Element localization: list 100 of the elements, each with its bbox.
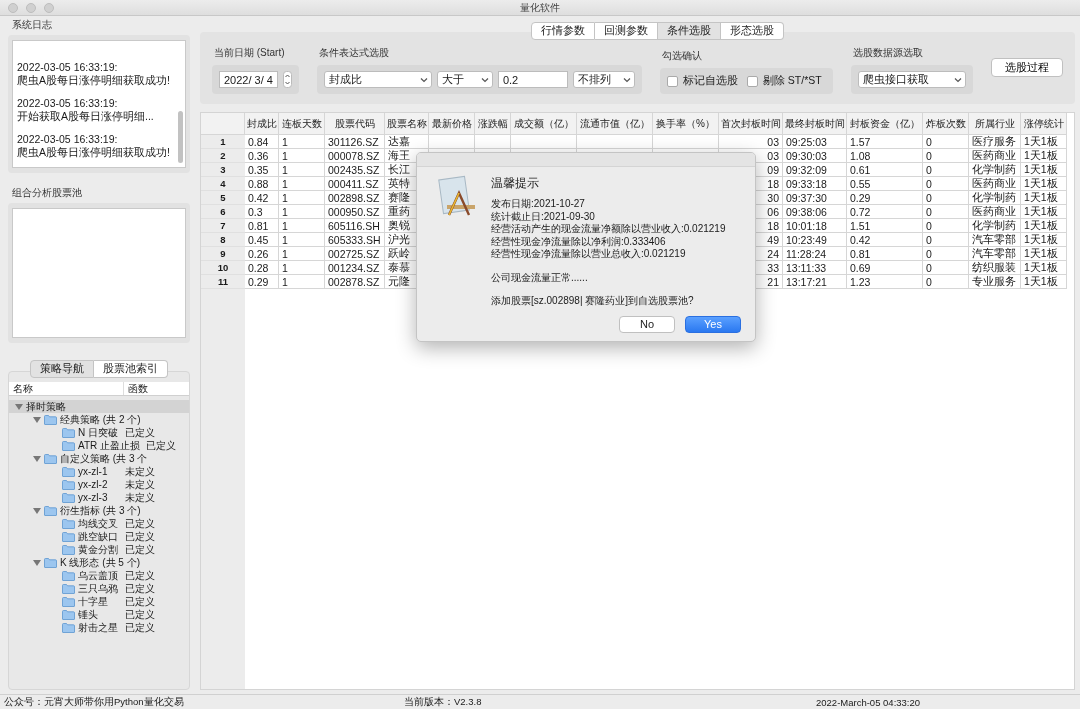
table-cell: 09:38:06 bbox=[783, 205, 847, 219]
column-header: 名称 bbox=[9, 382, 124, 395]
tree-row[interactable]: 均线交叉 已定义 bbox=[9, 517, 189, 530]
checkbox[interactable] bbox=[666, 75, 678, 87]
tree-function-value: 未定义 bbox=[124, 490, 155, 505]
data-source-dropdown[interactable]: 爬虫接口获取 bbox=[857, 71, 966, 88]
table-cell: 1天1板 bbox=[1021, 135, 1067, 149]
threshold-field[interactable]: 0.2 bbox=[497, 71, 568, 88]
tree-row[interactable]: yx-zl-1 未定义 bbox=[9, 465, 189, 478]
tree-row[interactable]: 自定义策略 (共 3 个 bbox=[9, 452, 189, 465]
minimize-button[interactable] bbox=[26, 2, 36, 13]
disclosure-triangle-icon[interactable] bbox=[33, 559, 41, 566]
table-cell: 汽车零部 bbox=[969, 233, 1021, 247]
column-header[interactable]: 最新价格 bbox=[429, 113, 475, 135]
table-cell: 0.81 bbox=[847, 247, 923, 261]
disclosure-triangle-icon[interactable] bbox=[33, 455, 41, 462]
tree-row[interactable]: yx-zl-2 未定义 bbox=[9, 478, 189, 491]
tab[interactable]: 回测参数 bbox=[595, 22, 658, 40]
column-header[interactable]: 成交额（亿） bbox=[511, 113, 577, 135]
stock-selection-process-button[interactable]: 选股过程 bbox=[990, 57, 1063, 77]
folder-icon bbox=[62, 440, 75, 451]
table-cell: 化学制药 bbox=[969, 219, 1021, 233]
table-cell: 10:01:18 bbox=[783, 219, 847, 233]
column-header[interactable]: 换手率（%） bbox=[653, 113, 719, 135]
tree-row[interactable]: 射击之星 已定义 bbox=[9, 621, 189, 634]
table-cell: 1天1板 bbox=[1021, 233, 1067, 247]
tree-row[interactable]: 择时策略 bbox=[9, 400, 189, 413]
dialog-text: 统计截止日:2021-09-30 bbox=[491, 210, 596, 223]
table-cell: 纺织服装 bbox=[969, 261, 1021, 275]
tab[interactable]: 股票池索引 bbox=[94, 360, 168, 378]
log-time: 2022-03-05 16:33:19: bbox=[17, 133, 119, 146]
table-cell: 0 bbox=[923, 135, 969, 149]
operator-dropdown[interactable]: 大于 bbox=[436, 71, 493, 88]
table-cell: 专业服务 bbox=[969, 275, 1021, 289]
table-cell: 1.57 bbox=[847, 135, 923, 149]
table-cell: 1 bbox=[279, 135, 325, 149]
table-cell: 002898.SZ bbox=[325, 191, 385, 205]
table-cell: 605116.SH bbox=[325, 219, 385, 233]
column-header[interactable]: 流通市值（亿） bbox=[577, 113, 653, 135]
sort-dropdown[interactable]: 不排列 bbox=[572, 71, 635, 88]
table-cell: 03 bbox=[719, 135, 783, 149]
group-label: 条件表达式选股 bbox=[317, 46, 390, 60]
tab[interactable]: 策略导航 bbox=[30, 360, 94, 378]
scrollbar[interactable] bbox=[178, 111, 183, 163]
tree-row[interactable]: ATR 止盈止损 已定义 bbox=[9, 439, 189, 452]
tree-row[interactable]: 经典策略 (共 2 个) bbox=[9, 413, 189, 426]
column-header[interactable]: 首次封板时间 bbox=[719, 113, 783, 135]
column-header[interactable]: 连板天数 bbox=[279, 113, 325, 135]
date-field[interactable]: 2022/ 3/ 4 bbox=[219, 71, 278, 88]
stepper-icon[interactable] bbox=[282, 71, 292, 88]
tree-row[interactable]: 十字星 已定义 bbox=[9, 595, 189, 608]
table-cell: 达嘉 bbox=[385, 135, 429, 149]
table-cell bbox=[429, 135, 475, 149]
tree-label: 择时策略 bbox=[26, 399, 66, 414]
tree-function-value: 已定义 bbox=[124, 607, 155, 622]
tab[interactable]: 条件选股 bbox=[658, 22, 721, 40]
table-cell: 1天1板 bbox=[1021, 177, 1067, 191]
table-cell: 09:32:09 bbox=[783, 163, 847, 177]
tree-label: 锤头 bbox=[78, 607, 98, 622]
dialog-title: 温馨提示 bbox=[491, 175, 540, 192]
column-header[interactable]: 封成比 bbox=[245, 113, 279, 135]
table-cell: 002725.SZ bbox=[325, 247, 385, 261]
column-header[interactable]: 所属行业 bbox=[969, 113, 1021, 135]
tree-function-value: 已定义 bbox=[124, 516, 155, 531]
column-header[interactable]: 最终封板时间 bbox=[783, 113, 847, 135]
field-dropdown[interactable]: 封成比 bbox=[323, 71, 432, 88]
dialog-button[interactable]: No bbox=[619, 315, 675, 333]
column-header[interactable]: 股票代码 bbox=[325, 113, 385, 135]
tree-row[interactable]: 锤头 已定义 bbox=[9, 608, 189, 621]
dialog-question: 添加股票[sz.002898| 赛隆药业]到自选股票池? bbox=[491, 295, 695, 308]
tree-row[interactable]: 黄金分割 已定义 bbox=[9, 543, 189, 556]
folder-icon bbox=[62, 518, 75, 529]
tree-label: ATR 止盈止损 bbox=[78, 438, 141, 453]
table-cell: 0.26 bbox=[245, 247, 279, 261]
tree-row[interactable]: 衍生指标 (共 3 个) bbox=[9, 504, 189, 517]
table-cell: 1天1板 bbox=[1021, 261, 1067, 275]
tree-row[interactable]: yx-zl-3 未定义 bbox=[9, 491, 189, 504]
disclosure-triangle-icon[interactable] bbox=[33, 416, 41, 423]
folder-icon bbox=[62, 622, 75, 633]
table-cell: 001234.SZ bbox=[325, 261, 385, 275]
tree-row[interactable]: K 线形态 (共 5 个) bbox=[9, 556, 189, 569]
tree-row[interactable]: 跳空缺口 已定义 bbox=[9, 530, 189, 543]
column-header[interactable]: 封板资金（亿） bbox=[847, 113, 923, 135]
zoom-button[interactable] bbox=[44, 2, 54, 13]
group-label: 勾选确认 bbox=[660, 49, 703, 63]
tree-row[interactable]: 乌云盖顶 已定义 bbox=[9, 569, 189, 582]
disclosure-triangle-icon[interactable] bbox=[33, 507, 41, 514]
tab[interactable]: 形态选股 bbox=[721, 22, 784, 40]
tab[interactable]: 行情参数 bbox=[531, 22, 595, 40]
column-header[interactable]: 涨停统计 bbox=[1021, 113, 1067, 135]
column-header[interactable]: 炸板次数 bbox=[923, 113, 969, 135]
checkbox[interactable] bbox=[746, 75, 758, 87]
column-header[interactable]: 涨跌幅 bbox=[475, 113, 511, 135]
table-cell: 1天1板 bbox=[1021, 149, 1067, 163]
close-button[interactable] bbox=[8, 2, 18, 13]
tree-row[interactable]: N 日突破 已定义 bbox=[9, 426, 189, 439]
tree-row[interactable]: 三只乌鸦 已定义 bbox=[9, 582, 189, 595]
column-header[interactable]: 股票名称 bbox=[385, 113, 429, 135]
disclosure-triangle-icon[interactable] bbox=[15, 403, 23, 410]
table-cell: 化学制药 bbox=[969, 163, 1021, 177]
